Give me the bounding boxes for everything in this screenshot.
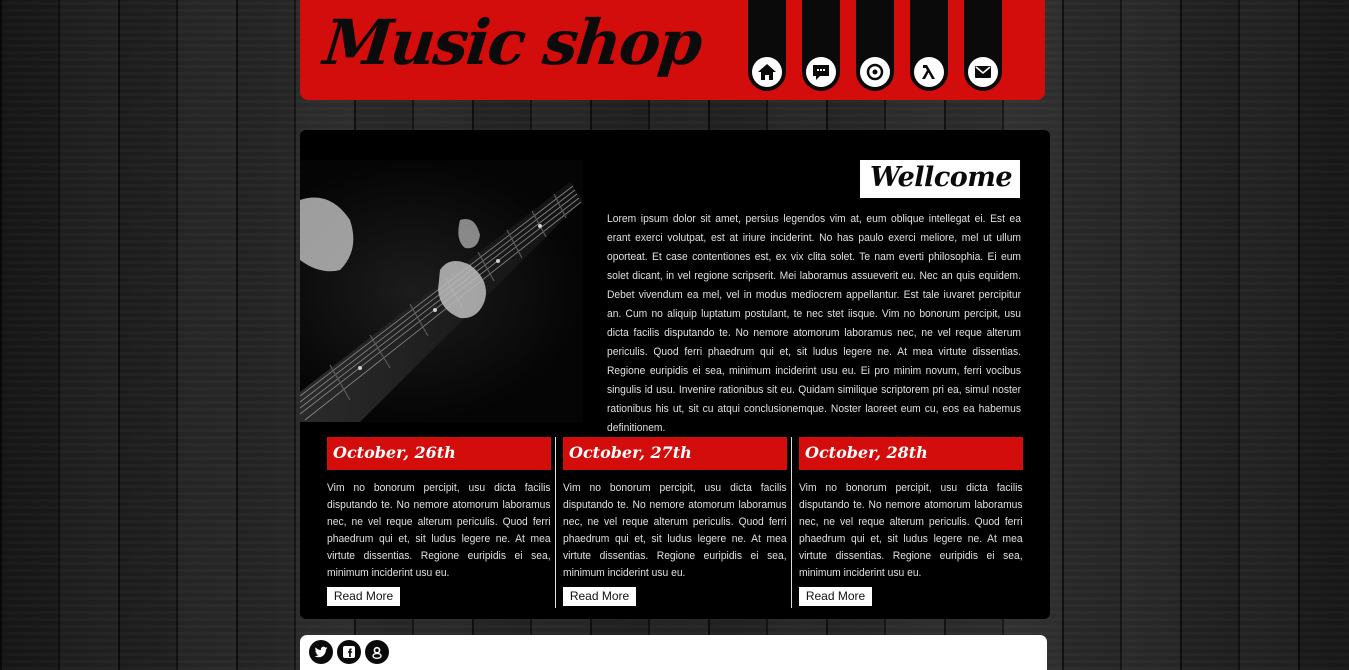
intro-text-block: Lorem ipsum dolor sit amet, persius lege… — [607, 210, 1021, 438]
news-date-header: October, 28th — [799, 437, 1023, 470]
main-content: Wellcome Lorem ipsum dolor sit amet, per… — [300, 130, 1050, 619]
news-date: October, 28th — [805, 443, 928, 462]
facebook-icon[interactable] — [337, 640, 361, 664]
welcome-heading-box: Wellcome — [860, 160, 1020, 198]
lambda-icon — [914, 57, 944, 87]
news-date: October, 26th — [333, 443, 456, 462]
nav-mail[interactable] — [964, 0, 1002, 91]
site-header: Music shop — [300, 0, 1045, 100]
news-text: Vim no bonorum percipit, usu dicta facil… — [563, 482, 787, 579]
news-text: Vim no bonorum percipit, usu dicta facil… — [799, 482, 1023, 579]
target-icon — [860, 57, 890, 87]
column-divider — [555, 437, 556, 608]
google-plus-icon[interactable] — [365, 640, 389, 664]
news-date-header: October, 27th — [563, 437, 787, 470]
nav-target[interactable] — [856, 0, 894, 91]
intro-paragraph: Lorem ipsum dolor sit amet, persius lege… — [607, 213, 1021, 434]
news-item: October, 28th Vim no bonorum percipit, u… — [799, 437, 1023, 607]
guitar-photo — [300, 160, 583, 422]
home-icon — [752, 57, 782, 87]
read-more-button[interactable]: Read More — [799, 587, 872, 606]
news-date-header: October, 26th — [327, 437, 551, 470]
nav-chat[interactable] — [802, 0, 840, 91]
welcome-title: Wellcome — [870, 162, 1013, 193]
read-more-button[interactable]: Read More — [563, 587, 636, 606]
news-item: October, 27th Vim no bonorum percipit, u… — [563, 437, 787, 607]
site-footer — [300, 635, 1047, 670]
chat-icon — [806, 57, 836, 87]
news-date: October, 27th — [569, 443, 692, 462]
twitter-icon[interactable] — [309, 640, 333, 664]
site-logo[interactable]: Music shop — [320, 6, 704, 79]
news-text: Vim no bonorum percipit, usu dicta facil… — [327, 482, 551, 579]
column-divider — [791, 437, 792, 608]
nav-lambda[interactable] — [910, 0, 948, 91]
read-more-button[interactable]: Read More — [327, 587, 400, 606]
news-item: October, 26th Vim no bonorum percipit, u… — [327, 437, 551, 607]
mail-icon — [968, 57, 998, 87]
nav-home[interactable] — [748, 0, 786, 91]
